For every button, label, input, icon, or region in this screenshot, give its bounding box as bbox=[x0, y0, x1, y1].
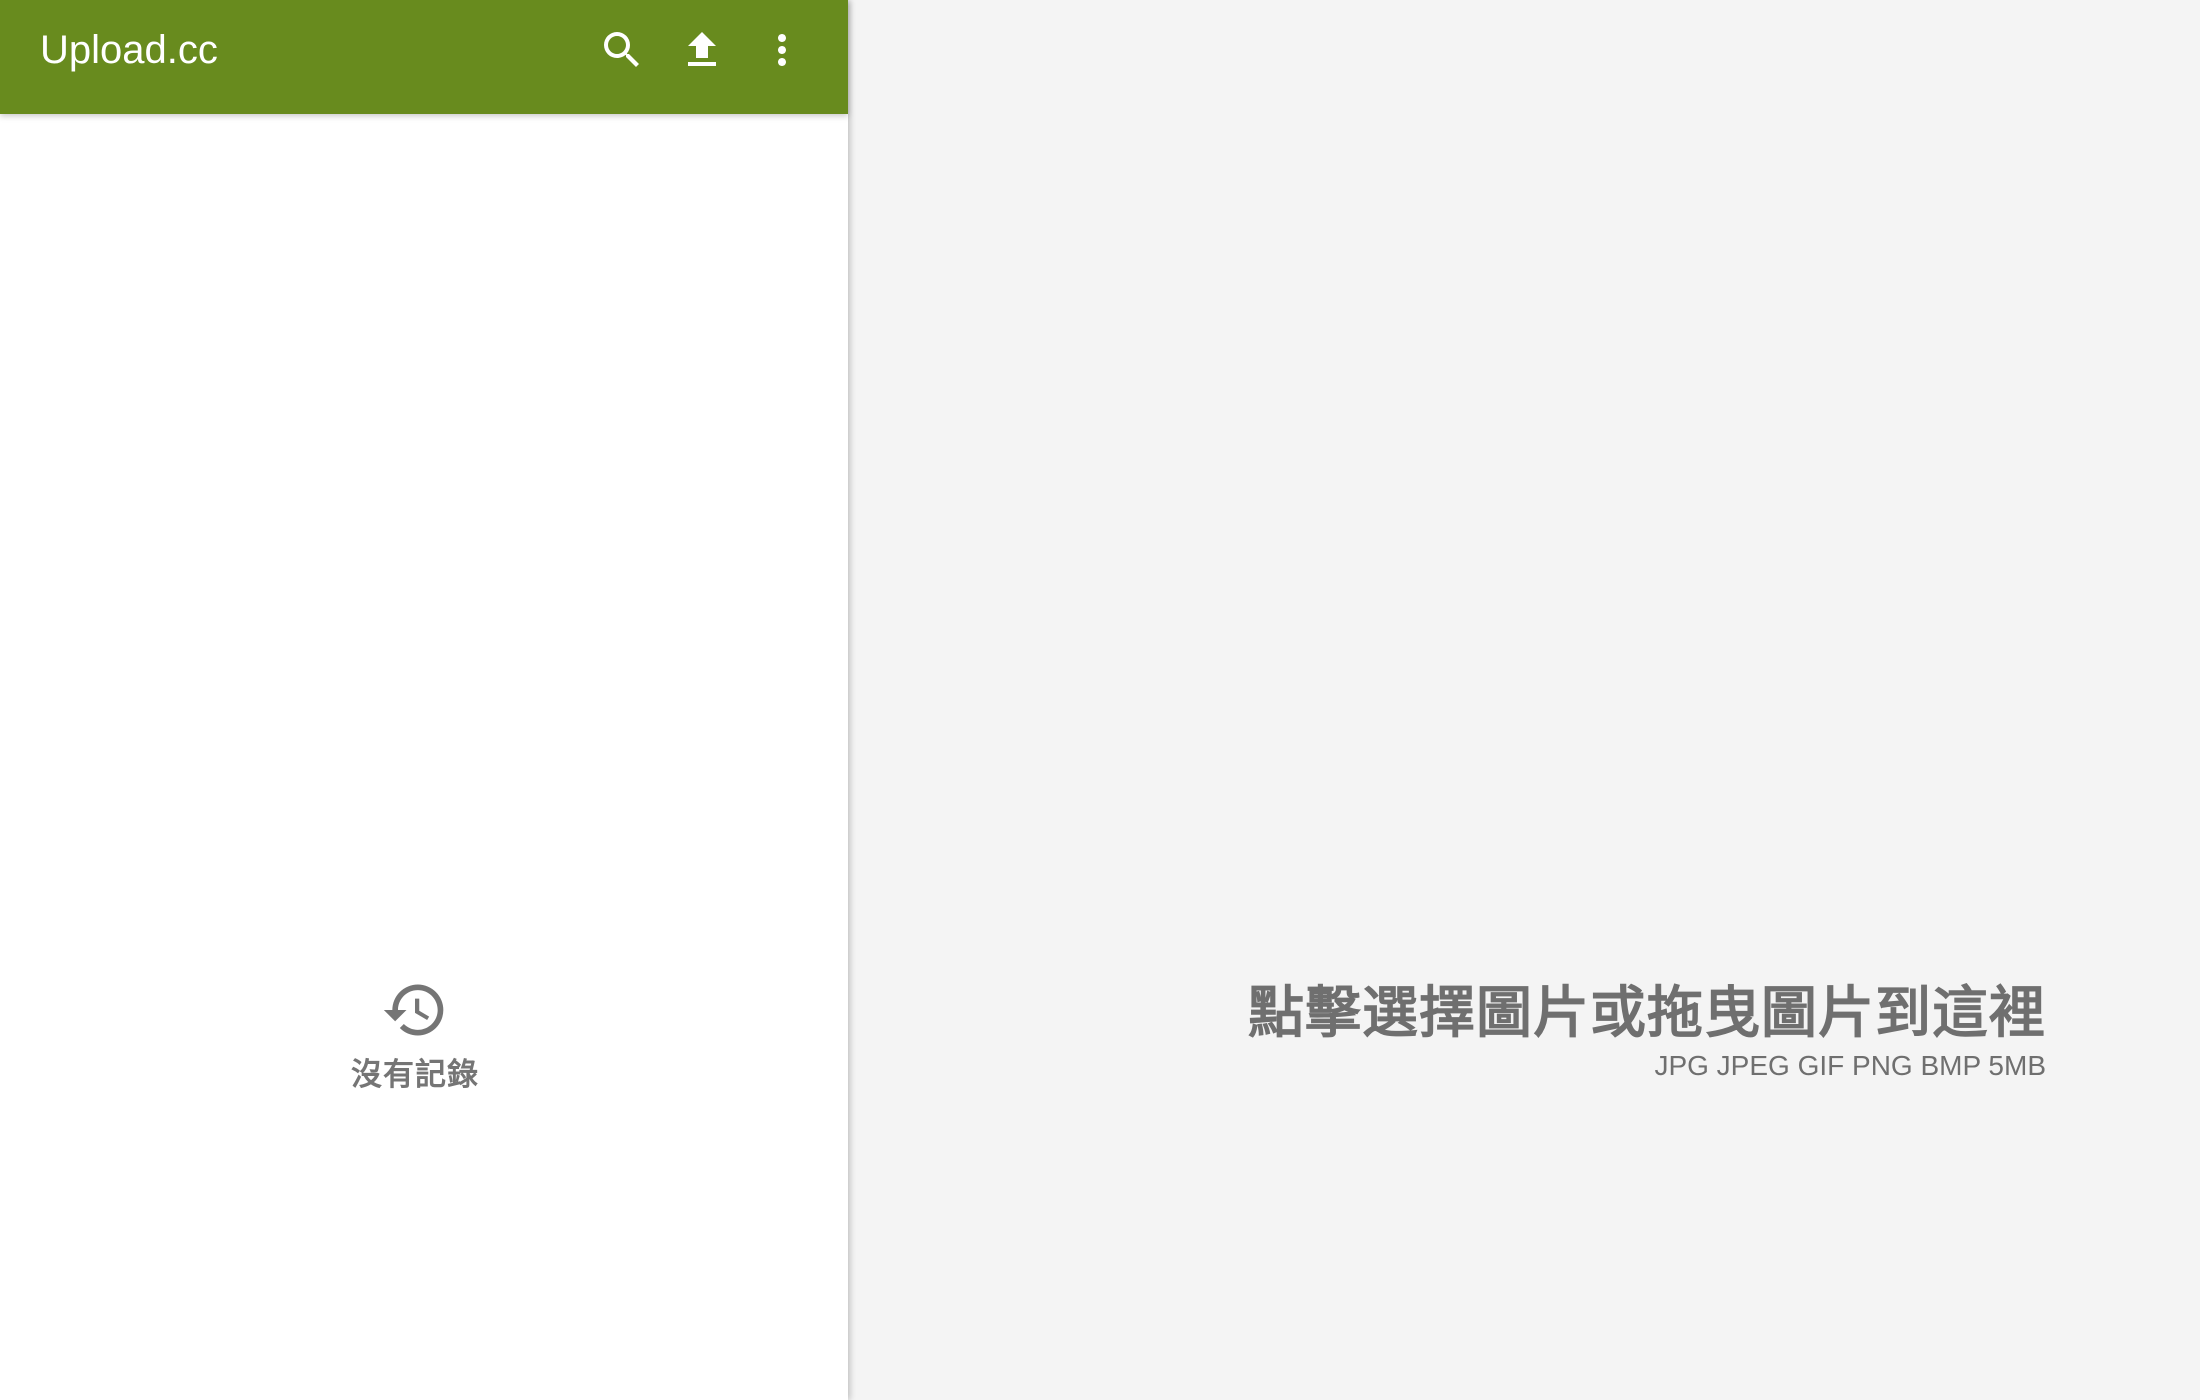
empty-history-label: 沒有記錄 bbox=[351, 1057, 479, 1093]
more-options-button[interactable] bbox=[754, 22, 810, 78]
app-title: Upload.cc bbox=[40, 28, 218, 72]
search-icon bbox=[604, 32, 639, 67]
upload-dropzone[interactable]: 點擊選擇圖片或拖曳圖片到這裡 JPG JPEG GIF PNG BMP 5MB bbox=[850, 0, 2200, 1400]
dropzone-title: 點擊選擇圖片或拖曳圖片到這裡 bbox=[1248, 981, 2046, 1046]
upload-icon bbox=[688, 32, 716, 66]
history-sidebar: Upload.cc 沒有記錄 bbox=[0, 0, 848, 1400]
dropzone-formats: JPG JPEG GIF PNG BMP 5MB bbox=[1654, 1050, 2046, 1081]
search-button[interactable] bbox=[594, 22, 650, 78]
app: Upload.cc 沒有記錄 點擊選擇圖片或拖曳圖片到這裡 JPG JPEG G… bbox=[0, 0, 2200, 1400]
history-icon bbox=[383, 984, 444, 1036]
upload-button[interactable] bbox=[674, 22, 730, 78]
more-vert-icon bbox=[778, 34, 786, 66]
app-bar: Upload.cc bbox=[0, 0, 848, 114]
empty-history-state: 沒有記錄 bbox=[0, 976, 830, 1094]
